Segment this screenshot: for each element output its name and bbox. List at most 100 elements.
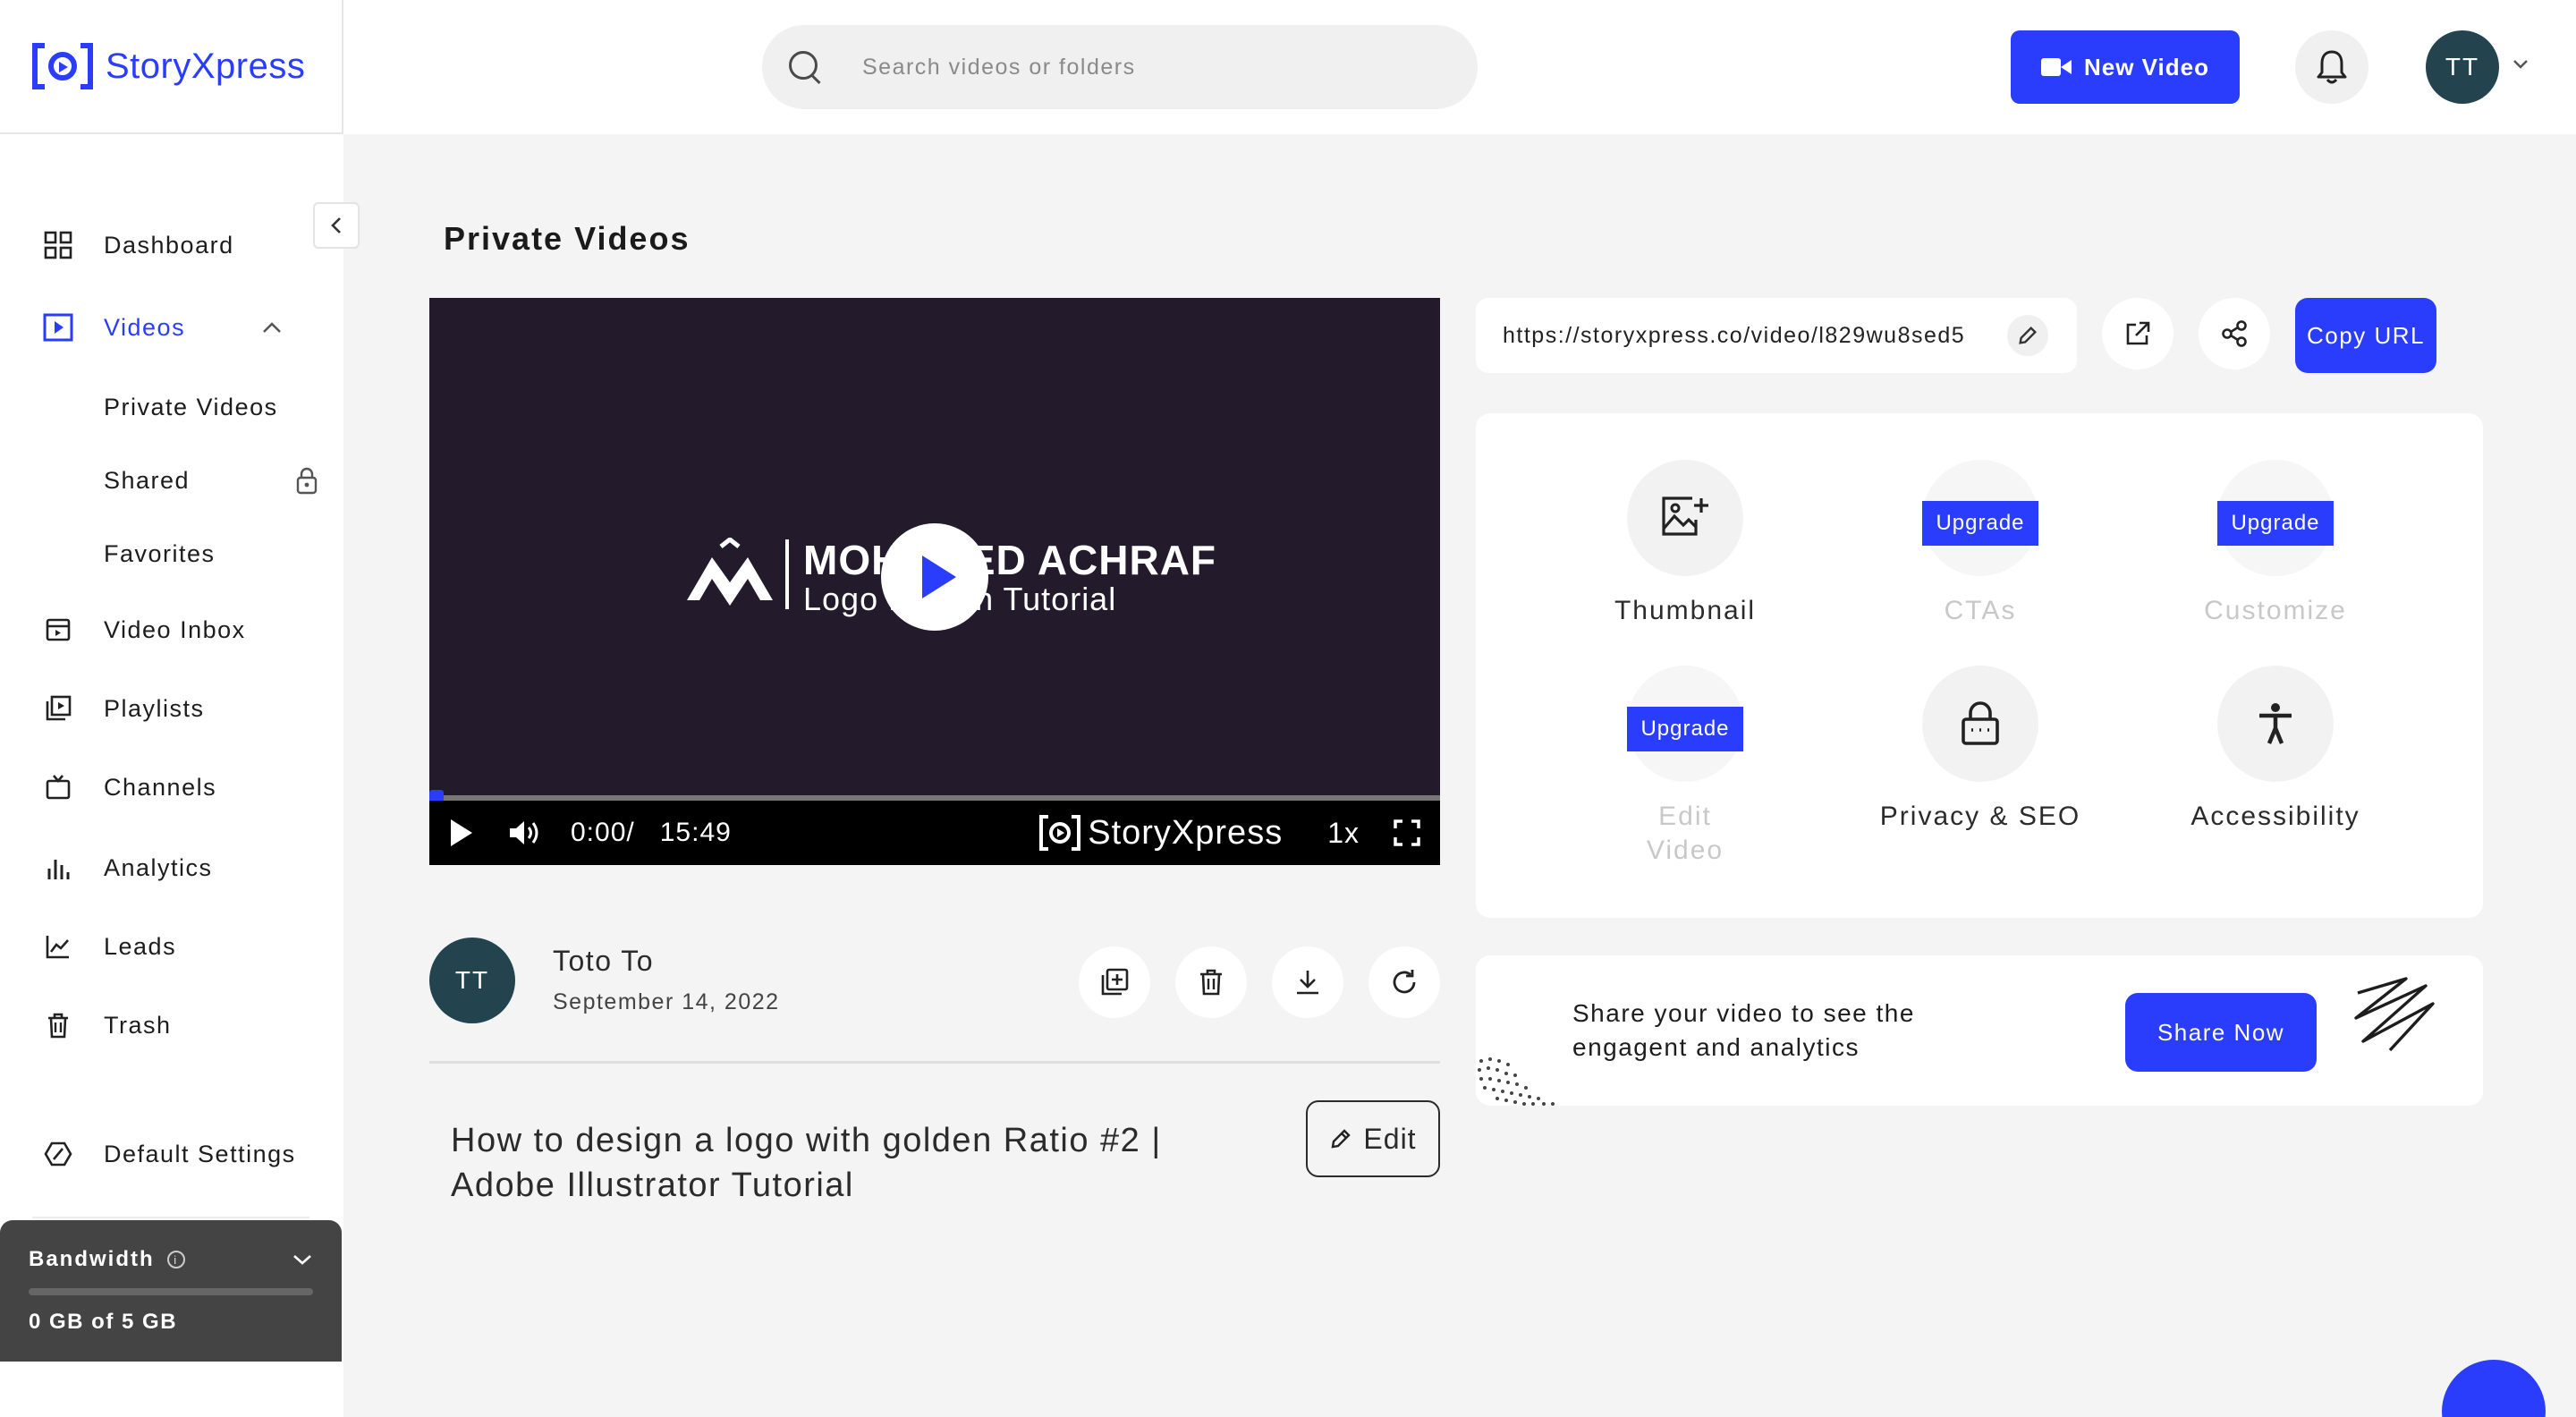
upgrade-badge[interactable]: Upgrade bbox=[2217, 501, 2334, 546]
brand-separator bbox=[785, 539, 789, 609]
brand-name: StoryXpress bbox=[106, 46, 306, 86]
share-button[interactable] bbox=[2199, 298, 2270, 369]
video-features-panel: Thumbnail Upgrade CTAs Upgrade Customize… bbox=[1476, 413, 2483, 918]
delete-button[interactable] bbox=[1175, 946, 1247, 1018]
sidebar-item-video-inbox[interactable]: Video Inbox bbox=[0, 603, 343, 657]
sidebar-item-label: Favorites bbox=[104, 539, 216, 567]
scribble-decoration-icon bbox=[2354, 977, 2435, 1052]
open-external-button[interactable] bbox=[2102, 298, 2174, 369]
accessibility-icon bbox=[2259, 703, 2292, 744]
replace-video-button[interactable] bbox=[1368, 946, 1440, 1018]
chevron-down-icon[interactable] bbox=[2512, 55, 2529, 73]
help-chat-button[interactable] bbox=[2442, 1360, 2546, 1417]
chevron-up-icon[interactable] bbox=[262, 321, 282, 334]
refresh-icon bbox=[1393, 970, 1416, 994]
brand-logo[interactable]: StoryXpress bbox=[0, 0, 343, 134]
sidebar-item-label: Video Inbox bbox=[104, 615, 246, 643]
upgrade-badge[interactable]: Upgrade bbox=[1922, 501, 2038, 546]
dots-decoration-icon bbox=[1478, 1057, 1555, 1106]
feature-edit-video[interactable]: Upgrade Edit Video bbox=[1560, 666, 1810, 868]
feature-label: CTAs bbox=[1944, 596, 2017, 625]
sidebar-item-label: Default Settings bbox=[104, 1140, 296, 1167]
search-input[interactable] bbox=[862, 54, 1435, 81]
sidebar-item-playlists[interactable]: Playlists bbox=[0, 682, 343, 735]
playback-speed[interactable]: 1x bbox=[1327, 817, 1360, 850]
video-brand-name: MOHAMED ACHRAF bbox=[803, 537, 1217, 583]
video-url-field[interactable]: https://storyxpress.co/video/l829wu8sed5 bbox=[1476, 298, 2077, 373]
search-bar[interactable] bbox=[762, 25, 1478, 109]
video-title: How to design a logo with golden Ratio #… bbox=[451, 1122, 1162, 1204]
feature-label: Accessibility bbox=[2190, 802, 2360, 831]
sidebar-item-dashboard[interactable]: Dashboard bbox=[0, 218, 343, 272]
new-video-label: New Video bbox=[2083, 53, 2209, 81]
sidebar-divider bbox=[32, 1217, 309, 1218]
edit-label: Edit bbox=[1363, 1122, 1417, 1155]
bandwidth-widget[interactable]: Bandwidth i 0 GB of 5 GB bbox=[0, 1220, 342, 1362]
user-avatar[interactable]: TT bbox=[2426, 30, 2499, 104]
play-button-large[interactable] bbox=[881, 523, 988, 631]
content-divider bbox=[429, 1061, 1440, 1064]
duplicate-button[interactable] bbox=[1079, 946, 1150, 1018]
share-prompt-card: Share your video to see the engagent and… bbox=[1476, 955, 2483, 1106]
player-controls: 0:00/ 15:49 StoryXpress 1x bbox=[429, 801, 1440, 865]
info-icon[interactable]: i bbox=[166, 1251, 185, 1269]
copy-url-button[interactable]: Copy URL bbox=[2295, 298, 2436, 373]
bell-icon bbox=[2317, 50, 2347, 84]
bandwidth-usage: 0 GB of 5 GB bbox=[29, 1310, 178, 1334]
share-prompt-text: Share your video to see the engagent and… bbox=[1572, 999, 1915, 1061]
creator-logo-icon bbox=[687, 538, 773, 606]
sidebar-item-label: Playlists bbox=[104, 694, 205, 722]
download-button[interactable] bbox=[1272, 946, 1343, 1018]
sidebar-item-shared[interactable]: Shared bbox=[104, 458, 318, 503]
upgrade-badge[interactable]: Upgrade bbox=[1627, 707, 1743, 751]
trash-icon bbox=[43, 1010, 73, 1040]
storyxpress-logo-icon bbox=[32, 39, 93, 93]
chevron-left-icon bbox=[331, 217, 341, 233]
external-link-icon bbox=[2126, 321, 2150, 345]
feature-label: Thumbnail bbox=[1614, 596, 1757, 625]
line-chart-icon bbox=[43, 931, 73, 962]
sidebar-item-favorites[interactable]: Favorites bbox=[104, 531, 318, 576]
feature-privacy-seo[interactable]: Privacy & SEO bbox=[1855, 666, 2106, 834]
sidebar-item-label: Shared bbox=[104, 466, 191, 494]
duration: 15:49 bbox=[659, 818, 732, 847]
sidebar-item-label: Trash bbox=[104, 1011, 172, 1039]
edit-url-button[interactable] bbox=[2007, 315, 2048, 356]
sidebar-item-label: Analytics bbox=[104, 853, 213, 881]
volume-icon[interactable] bbox=[508, 819, 542, 847]
settings-icon bbox=[43, 1139, 73, 1169]
player-watermark[interactable]: StoryXpress bbox=[1038, 813, 1283, 853]
feature-accessibility[interactable]: Accessibility bbox=[2150, 666, 2401, 834]
sidebar-item-leads[interactable]: Leads bbox=[0, 920, 343, 973]
sidebar-item-videos[interactable]: Videos bbox=[0, 301, 343, 354]
edit-title-button[interactable]: Edit bbox=[1306, 1100, 1440, 1177]
sidebar-item-trash[interactable]: Trash bbox=[0, 998, 343, 1052]
trash-icon bbox=[1200, 969, 1222, 996]
storyxpress-logo-icon bbox=[1039, 815, 1081, 851]
video-url[interactable]: https://storyxpress.co/video/l829wu8sed5 bbox=[1503, 323, 2004, 349]
collapse-sidebar-button[interactable] bbox=[313, 202, 360, 249]
feature-label: Privacy & SEO bbox=[1879, 802, 2081, 831]
notifications-button[interactable] bbox=[2295, 30, 2368, 104]
inbox-icon bbox=[43, 615, 73, 645]
feature-ctas[interactable]: Upgrade CTAs bbox=[1855, 460, 2106, 628]
chevron-down-icon[interactable] bbox=[292, 1252, 313, 1267]
duplicate-icon bbox=[1101, 968, 1129, 996]
new-video-button[interactable]: New Video bbox=[2011, 30, 2240, 104]
owner-avatar: TT bbox=[429, 938, 515, 1023]
owner-name: Toto To bbox=[553, 945, 655, 977]
share-now-button[interactable]: Share Now bbox=[2125, 993, 2317, 1072]
playlist-icon bbox=[43, 693, 73, 724]
fullscreen-icon[interactable] bbox=[1394, 819, 1420, 846]
sidebar-item-label: Leads bbox=[104, 932, 177, 960]
share-icon bbox=[2222, 320, 2247, 347]
play-icon[interactable] bbox=[451, 819, 472, 846]
sidebar-item-analytics[interactable]: Analytics bbox=[0, 841, 343, 895]
sidebar-item-channels[interactable]: Channels bbox=[0, 760, 343, 814]
sidebar-item-default-settings[interactable]: Default Settings bbox=[0, 1127, 343, 1181]
sidebar-item-label: Private Videos bbox=[104, 393, 278, 420]
sidebar-item-private-videos[interactable]: Private Videos bbox=[104, 385, 318, 429]
feature-customize[interactable]: Upgrade Customize bbox=[2150, 460, 2401, 628]
video-player[interactable]: MOHAMED ACHRAF Logo Design Tutorial 0:00… bbox=[429, 298, 1440, 865]
feature-thumbnail[interactable]: Thumbnail bbox=[1560, 460, 1810, 628]
